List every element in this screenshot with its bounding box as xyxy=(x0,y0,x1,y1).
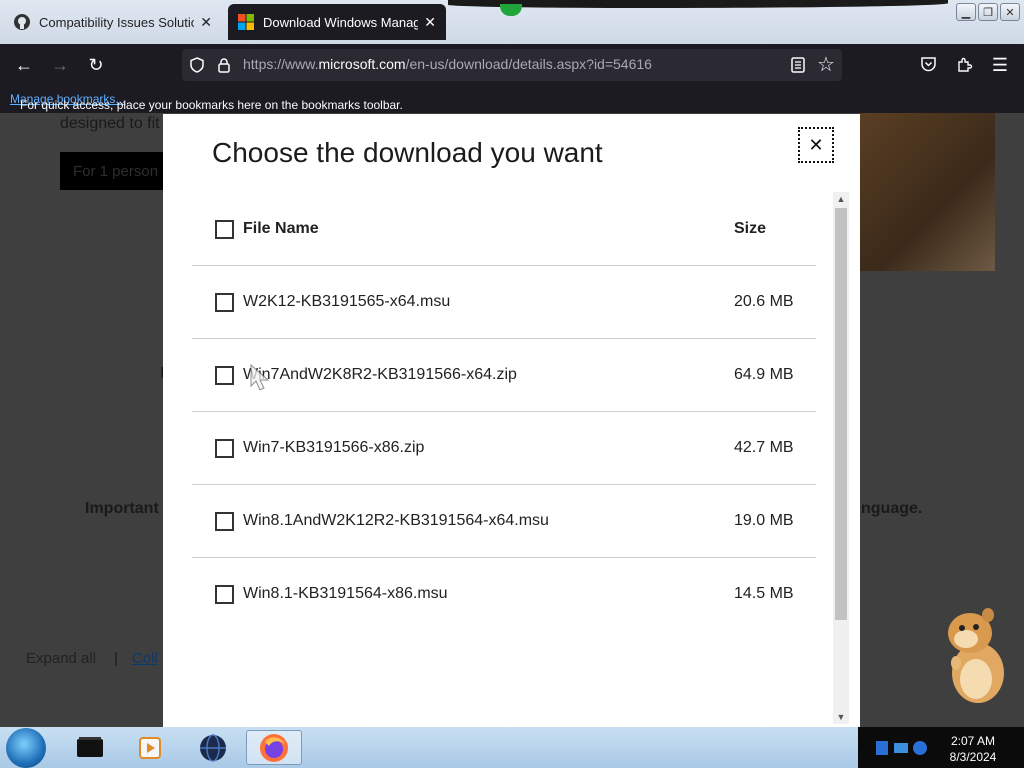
media-player-icon xyxy=(139,736,161,759)
close-icon: ✕ xyxy=(808,134,824,155)
file-checkbox[interactable] xyxy=(215,512,234,531)
close-dialog-button[interactable]: ✕ xyxy=(798,127,834,163)
window-controls: ▁ ❐ ✕ xyxy=(956,3,1020,21)
close-window-button[interactable]: ✕ xyxy=(1000,3,1020,21)
tab-download-windows-management[interactable]: Download Windows Managem ✕ xyxy=(228,4,446,40)
file-name: Win7AndW2K8R2-KB3191566-x64.zip xyxy=(243,366,517,383)
file-size: 42.7 MB xyxy=(734,439,794,456)
close-tab-icon[interactable]: ✕ xyxy=(200,14,212,31)
desktop-wallpaper-strip xyxy=(448,0,948,8)
tray-icons[interactable] xyxy=(870,737,930,759)
taskbar-app-firefox[interactable] xyxy=(246,730,302,765)
file-size: 14.5 MB xyxy=(734,585,794,602)
scroll-down-arrow-icon[interactable]: ▼ xyxy=(833,710,849,724)
url-prefix: https://www. xyxy=(243,56,319,72)
url-domain: microsoft.com xyxy=(318,56,406,72)
file-row[interactable]: Win7-KB3191566-x86.zip 42.7 MB xyxy=(192,412,816,485)
scroll-up-arrow-icon[interactable]: ▲ xyxy=(833,192,849,206)
firefox-icon xyxy=(260,733,288,762)
file-size: 20.6 MB xyxy=(734,293,794,310)
hamster-mascot-icon xyxy=(948,608,1004,703)
file-row[interactable]: Win8.1AndW2K12R2-KB3191564-x64.msu 19.0 … xyxy=(192,485,816,558)
globe-icon xyxy=(200,733,226,762)
reader-view-icon[interactable] xyxy=(791,57,805,73)
dialog-title: Choose the download you want xyxy=(212,137,603,168)
file-checkbox[interactable] xyxy=(215,439,234,458)
background-language-text: nguage. xyxy=(861,500,923,517)
start-button[interactable] xyxy=(6,728,46,768)
background-plan-button: For 1 person xyxy=(60,152,170,190)
bookmarks-toolbar: For quick access, place your bookmarks h… xyxy=(0,86,1024,113)
file-name: W2K12-KB3191565-x64.msu xyxy=(243,293,451,310)
url-text[interactable]: https://www.microsoft.com/en-us/download… xyxy=(243,56,652,72)
clock-time: 2:07 AM xyxy=(950,734,996,748)
pocket-icon[interactable] xyxy=(920,56,937,73)
link-separator: | xyxy=(114,650,118,667)
collapse-all-link: Coll xyxy=(132,650,158,667)
lock-icon[interactable] xyxy=(217,57,231,73)
table-header-row: File Name Size xyxy=(192,193,816,266)
microsoft-icon xyxy=(238,14,254,30)
expand-all-link: Expand all xyxy=(26,650,97,667)
mouse-cursor-icon xyxy=(250,364,270,391)
taskbar-app-media-player[interactable] xyxy=(122,730,178,765)
download-dialog: Choose the download you want ✕ File Name… xyxy=(163,114,860,727)
wallpaper-ornament xyxy=(500,4,522,16)
bookmark-star-icon[interactable]: ☆ xyxy=(813,51,839,77)
taskbar-app-globe[interactable] xyxy=(185,730,241,765)
file-row[interactable]: W2K12-KB3191565-x64.msu 20.6 MB xyxy=(192,266,816,339)
select-all-checkbox[interactable] xyxy=(215,220,234,239)
url-path: /en-us/download/details.aspx?id=54616 xyxy=(405,56,652,72)
taskbar-app-terminal[interactable] xyxy=(62,730,118,765)
file-size: 19.0 MB xyxy=(734,512,794,529)
minimize-button[interactable]: ▁ xyxy=(956,3,976,21)
terminal-icon xyxy=(77,736,103,757)
tab-compatibility-issues[interactable]: Compatibility Issues Solution - I ✕ xyxy=(4,4,222,40)
menu-hamburger-icon[interactable]: ☰ xyxy=(987,52,1013,78)
file-name: Win8.1-KB3191564-x86.msu xyxy=(243,585,448,602)
file-name-header: File Name xyxy=(243,220,319,237)
scrollbar-thumb[interactable] xyxy=(835,208,847,620)
reload-icon[interactable]: ↻ xyxy=(83,52,109,78)
extensions-puzzle-icon[interactable] xyxy=(956,56,973,73)
windows-taskbar: 2:07 AM 8/3/2024 xyxy=(0,727,1024,768)
file-checkbox[interactable] xyxy=(215,585,234,604)
back-arrow-icon[interactable]: ← xyxy=(11,52,37,78)
background-description: designed to fit xyxy=(60,115,160,132)
background-important-label: Important xyxy=(85,500,159,517)
file-row[interactable]: Win8.1-KB3191564-x86.msu 14.5 MB xyxy=(192,558,816,631)
size-header: Size xyxy=(734,220,767,237)
background-photo xyxy=(858,113,995,271)
file-row[interactable]: Win7AndW2K8R2-KB3191566-x64.zip 64.9 MB xyxy=(192,339,816,412)
restore-button[interactable]: ❐ xyxy=(978,3,998,21)
navigation-toolbar: ← → ↻ https://www.microsoft.com/en-us/do… xyxy=(0,44,1024,86)
forward-arrow-icon[interactable]: → xyxy=(47,52,73,78)
file-checkbox[interactable] xyxy=(215,366,234,385)
github-icon xyxy=(14,14,30,30)
dialog-scrollbar[interactable]: ▲ ▼ xyxy=(833,192,849,724)
close-tab-icon[interactable]: ✕ xyxy=(424,14,436,31)
browser-tab-strip: Compatibility Issues Solution - I ✕ Down… xyxy=(0,0,1024,44)
file-name: Win8.1AndW2K12R2-KB3191564-x64.msu xyxy=(243,512,549,529)
url-bar[interactable]: https://www.microsoft.com/en-us/download… xyxy=(182,49,842,81)
shield-icon[interactable] xyxy=(189,57,205,73)
tab-label: Compatibility Issues Solution - I xyxy=(39,14,194,30)
bookmarks-hint: For quick access, place your bookmarks h… xyxy=(20,98,403,112)
clock-date: 8/3/2024 xyxy=(949,750,997,764)
file-size: 64.9 MB xyxy=(734,366,794,383)
file-checkbox[interactable] xyxy=(215,293,234,312)
file-name: Win7-KB3191566-x86.zip xyxy=(243,439,425,456)
tab-label: Download Windows Managem xyxy=(263,14,419,30)
system-clock[interactable]: 2:07 AM 8/3/2024 xyxy=(930,733,1016,765)
